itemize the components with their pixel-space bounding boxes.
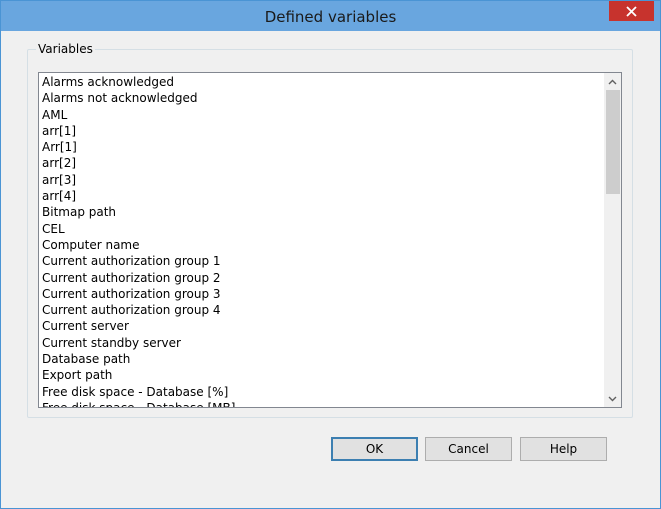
list-item[interactable]: Bitmap path	[42, 204, 601, 220]
list-item[interactable]: AML	[42, 107, 601, 123]
list-item[interactable]: Current authorization group 4	[42, 302, 601, 318]
vertical-scrollbar[interactable]	[604, 73, 621, 407]
list-item[interactable]: arr[3]	[42, 172, 601, 188]
chevron-down-icon	[608, 396, 617, 401]
list-item[interactable]: Free disk space - Database [MB]	[42, 400, 601, 407]
ok-button[interactable]: OK	[331, 437, 418, 461]
list-item[interactable]: Current standby server	[42, 335, 601, 351]
dialog-title: Defined variables	[264, 8, 397, 26]
variables-group-label: Variables	[36, 42, 95, 56]
list-item[interactable]: CEL	[42, 221, 601, 237]
list-item[interactable]: Alarms acknowledged	[42, 74, 601, 90]
list-item[interactable]: arr[4]	[42, 188, 601, 204]
close-button[interactable]	[609, 1, 654, 21]
title-bar[interactable]: Defined variables	[1, 1, 660, 31]
list-item[interactable]: Free disk space - Database [%]	[42, 384, 601, 400]
list-item[interactable]: arr[1]	[42, 123, 601, 139]
scroll-down-button[interactable]	[604, 390, 621, 407]
list-item[interactable]: Current server	[42, 318, 601, 334]
list-item[interactable]: Current authorization group 1	[42, 253, 601, 269]
list-item[interactable]: Arr[1]	[42, 139, 601, 155]
list-item[interactable]: Alarms not acknowledged	[42, 90, 601, 106]
list-item[interactable]: arr[2]	[42, 155, 601, 171]
variables-listbox[interactable]: Alarms acknowledged Alarms not acknowledg…	[38, 72, 622, 408]
scrollbar-thumb[interactable]	[606, 90, 620, 194]
close-icon	[626, 5, 637, 17]
list-item[interactable]: Database path	[42, 351, 601, 367]
list-item[interactable]: Export path	[42, 367, 601, 383]
help-button[interactable]: Help	[520, 437, 607, 461]
scroll-up-button[interactable]	[604, 73, 621, 90]
variables-list: Alarms acknowledged Alarms not acknowledg…	[42, 74, 601, 407]
list-item[interactable]: Computer name	[42, 237, 601, 253]
list-item[interactable]: Current authorization group 3	[42, 286, 601, 302]
list-item[interactable]: Current authorization group 2	[42, 270, 601, 286]
variables-group: Variables Alarms acknowledged Alarms not …	[27, 42, 633, 418]
chevron-up-icon	[608, 79, 617, 84]
dialog-window: Defined variables Variables Alarms ackno…	[0, 0, 661, 509]
cancel-button[interactable]: Cancel	[425, 437, 512, 461]
